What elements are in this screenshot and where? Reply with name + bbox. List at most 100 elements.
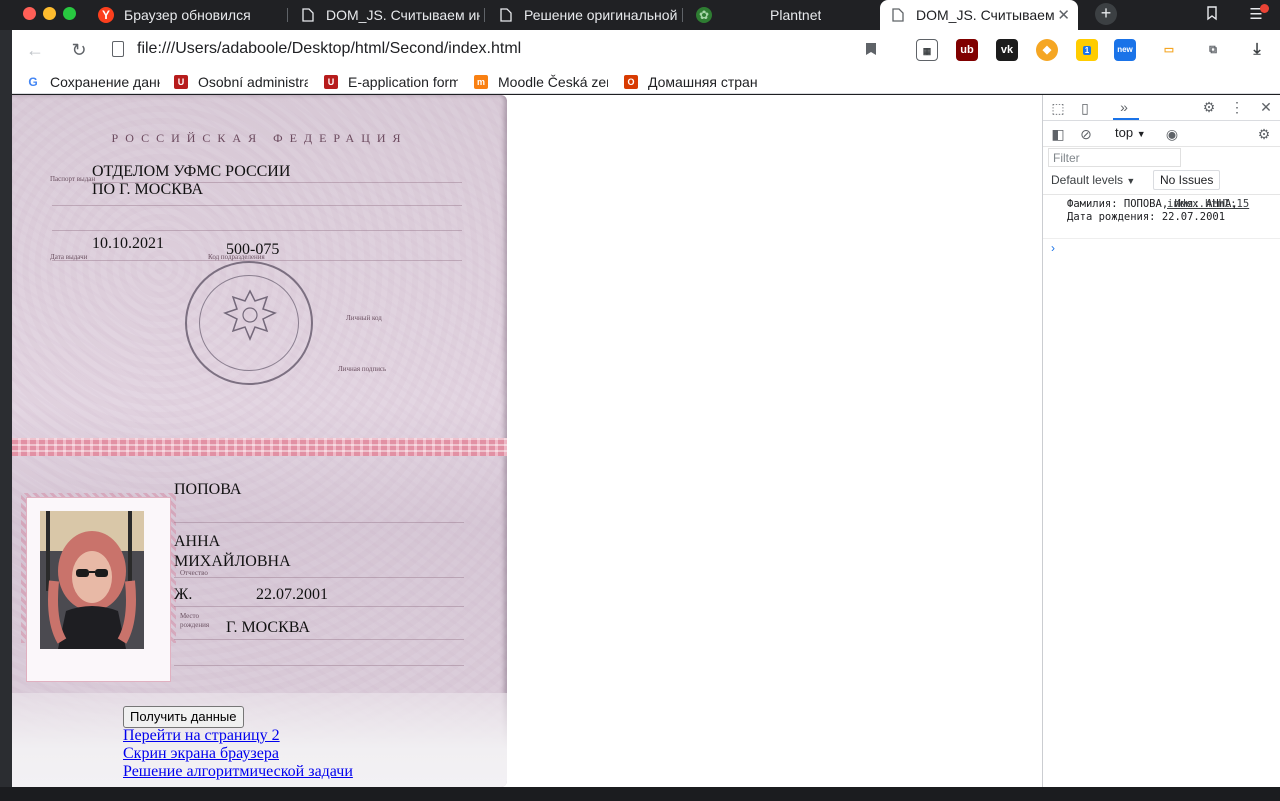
bookmarks-bar: G Сохранение данн U Osobní administra U … — [12, 70, 1280, 94]
bookmark-label: Домашняя стран — [648, 74, 758, 90]
inspect-element-icon[interactable]: ⬚ — [1049, 99, 1067, 117]
vk-icon[interactable]: vk — [996, 39, 1018, 61]
more-tabs-icon[interactable]: » — [1115, 98, 1133, 116]
tab-separator — [287, 8, 288, 22]
chevron-down-icon: ▼ — [1136, 129, 1146, 139]
birthplace: Г. МОСКВА — [226, 619, 310, 636]
bookmark-item[interactable]: U E-application form — [324, 73, 458, 91]
tab-dom-js-1[interactable]: DOM_JS. Считываем ин — [290, 0, 480, 30]
device-toolbar-icon[interactable]: ▯ — [1076, 99, 1094, 117]
bookmark-page-icon[interactable] — [860, 39, 882, 61]
devtools-toolbar: ⬚ ▯ » ⚙ ⋮ ✕ — [1043, 95, 1280, 121]
minimize-window-button[interactable] — [43, 7, 56, 20]
bookmark-item[interactable]: m Moodle Česká zem — [474, 73, 608, 91]
console-filter-input[interactable]: Filter — [1048, 148, 1181, 167]
uis-icon: U — [174, 75, 188, 89]
link-browser-screenshot[interactable]: Скрин экрана браузера — [123, 745, 279, 763]
doc-icon — [498, 7, 514, 23]
console-prompt-icon[interactable]: › — [1051, 241, 1055, 255]
issuer-line-2: ПО Г. МОСКВА — [92, 181, 204, 198]
issued-by-label: Паспорт выдан — [50, 175, 96, 183]
context-selector[interactable]: top ▼ — [1115, 125, 1146, 140]
close-window-button[interactable] — [23, 7, 36, 20]
bookmark-label: Osobní administra — [198, 74, 308, 90]
tab-title: Решение оригинальной — [524, 7, 678, 23]
link-page-2[interactable]: Перейти на страницу 2 — [123, 727, 280, 745]
form-line — [174, 606, 464, 607]
page-viewport: РОССИЙСКАЯ ФЕДЕРАЦИЯ Паспорт выдан ОТДЕЛ… — [12, 95, 1042, 787]
given-name: АННА — [174, 533, 221, 550]
tab-title: Браузер обновился — [124, 7, 251, 23]
bookmark-item[interactable]: U Osobní administra — [174, 73, 308, 91]
issue-date: 10.10.2021 — [92, 235, 164, 252]
qr-code-icon[interactable]: ▦ — [916, 39, 938, 61]
close-tab-icon[interactable]: ✕ — [1057, 6, 1070, 24]
moodle-icon: m — [474, 75, 488, 89]
new-tab-button[interactable]: + — [1095, 3, 1117, 25]
console-settings-icon[interactable]: ⚙ — [1255, 125, 1273, 143]
office-icon: O — [624, 75, 638, 89]
reload-icon[interactable]: ↻ — [68, 39, 90, 61]
log-levels-dropdown[interactable]: Default levels ▼ — [1051, 173, 1135, 187]
bookmark-label: Moodle Česká zem — [498, 74, 608, 90]
tab-title: DOM_JS. Считываем — [916, 7, 1055, 23]
tab-plantnet[interactable]: ✿ Plantnet — [686, 0, 876, 30]
extension-hex-icon[interactable]: ◆ — [1036, 39, 1058, 61]
file-icon — [112, 41, 124, 57]
divider — [1043, 194, 1280, 195]
devtools-panel: ⬚ ▯ » ⚙ ⋮ ✕ ◧ ⊘ top ▼ ◉ ⚙ Filter Default… — [1042, 95, 1280, 787]
back-arrow-icon[interactable]: ← — [24, 39, 46, 61]
passport-header: РОССИЙСКАЯ ФЕДЕРАЦИЯ — [111, 131, 408, 145]
zoom-window-button[interactable] — [63, 7, 76, 20]
bookmark-label: E-application form — [348, 74, 458, 90]
live-expression-eye-icon[interactable]: ◉ — [1163, 125, 1181, 143]
birth-date: 22.07.2001 — [256, 586, 328, 603]
extension-count-badge: 1 — [1082, 46, 1092, 55]
bookmarks-icon[interactable] — [1202, 5, 1222, 25]
form-line — [174, 665, 464, 666]
doc-icon — [890, 7, 906, 23]
official-seal — [185, 261, 313, 385]
console-toolbar: ◧ ⊘ top ▼ ◉ ⚙ — [1043, 121, 1280, 147]
console-log-source-link[interactable]: index.html:15 — [1167, 198, 1249, 210]
battery-icon[interactable]: ▭ — [1158, 39, 1180, 61]
form-line — [174, 522, 464, 523]
eagle-emblem-icon — [223, 289, 277, 341]
window-bottom-edge — [0, 787, 1280, 801]
tab-separator — [682, 8, 683, 22]
address-toolbar: ← ↻ file:///Users/adaboole/Desktop/html/… — [12, 30, 1280, 70]
address-input[interactable]: file:///Users/adaboole/Desktop/html/Seco… — [137, 40, 521, 58]
bookmark-item[interactable]: O Домашняя стран — [624, 73, 758, 91]
close-devtools-icon[interactable]: ✕ — [1257, 98, 1275, 116]
bookmark-item[interactable]: G Сохранение данн — [26, 73, 160, 91]
ublock-icon[interactable]: ub — [956, 39, 978, 61]
tab-dom-js-active[interactable]: DOM_JS. Считываем ✕ — [880, 0, 1078, 30]
download-icon[interactable]: ⤓ — [1246, 39, 1268, 61]
tab-strip: Y Браузер обновился DOM_JS. Считываем ин… — [0, 0, 1280, 30]
settings-gear-icon[interactable]: ⚙ — [1200, 98, 1218, 116]
tab-original-solution[interactable]: Решение оригинальной — [488, 0, 678, 30]
clear-console-icon[interactable]: ⊘ — [1077, 125, 1095, 143]
passport-image: РОССИЙСКАЯ ФЕДЕРАЦИЯ Паспорт выдан ОТДЕЛ… — [12, 95, 507, 787]
form-line — [174, 577, 464, 578]
personal-code-label: Личный код — [346, 314, 382, 322]
new-extension-icon[interactable]: new — [1114, 39, 1136, 61]
signature-label: Личная подпись — [338, 365, 387, 373]
tab-browser-updated[interactable]: Y Браузер обновился — [88, 0, 284, 30]
translate-icon[interactable]: ⧉ — [1202, 39, 1224, 61]
sex: Ж. — [174, 586, 193, 603]
sidebar-toggle-icon[interactable]: ◧ — [1049, 125, 1067, 143]
leaf-icon: ✿ — [696, 7, 712, 23]
kebab-menu-icon[interactable]: ⋮ — [1228, 98, 1246, 116]
link-algorithm-solution[interactable]: Решение алгоритмической задачи — [123, 763, 353, 781]
form-line — [52, 230, 462, 231]
birthplace-label: Место рождения — [180, 612, 210, 629]
get-data-button[interactable]: Получить данные — [123, 706, 244, 728]
context-label: top — [1115, 125, 1134, 140]
extension-badge-icon[interactable]: 1 — [1076, 39, 1098, 61]
background-window-edge — [0, 30, 12, 801]
issuer-line-1: ОТДЕЛОМ УФМС РОССИИ — [92, 163, 291, 180]
new-badge: new — [1117, 45, 1133, 54]
form-line — [174, 639, 464, 640]
issues-button[interactable]: No Issues — [1153, 170, 1221, 190]
